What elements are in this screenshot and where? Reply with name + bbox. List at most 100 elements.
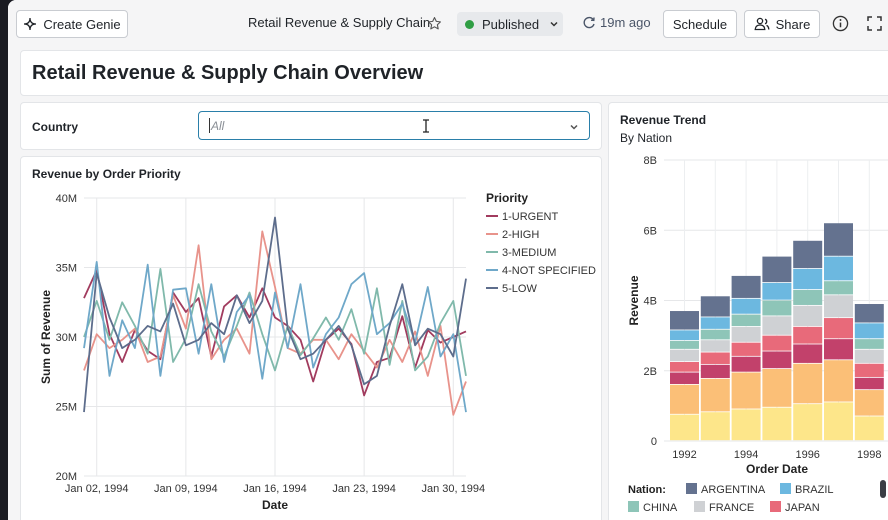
bar-segment-brazil bbox=[824, 339, 853, 360]
dashboard-name: Retail Revenue & Supply Chain bbox=[248, 15, 431, 30]
bar-segment-canada bbox=[670, 361, 699, 372]
refresh-status[interactable]: 19m ago bbox=[582, 15, 651, 30]
legend-swatch bbox=[628, 501, 639, 512]
bar-segment-algeria bbox=[700, 412, 730, 441]
bar-segment-canada bbox=[854, 363, 884, 377]
y-tick-label: 2B bbox=[644, 366, 657, 378]
x-tick-label: Jan 23, 1994 bbox=[332, 483, 396, 495]
bar-segment-brazil bbox=[731, 356, 761, 372]
legend-label: 5-LOW bbox=[502, 283, 537, 295]
bar-segment-argentina bbox=[793, 363, 823, 404]
legend-label: FRANCE bbox=[709, 502, 754, 514]
line-chart-title: Revenue by Order Priority bbox=[32, 167, 181, 181]
x-tick-label: 1998 bbox=[857, 449, 881, 461]
legend-label: CHINA bbox=[643, 502, 678, 514]
legend-swatch bbox=[770, 501, 781, 512]
bar-segment-algeria bbox=[731, 409, 761, 441]
y-tick-label: 25M bbox=[56, 402, 77, 414]
y-axis-title: Sum of Revenue bbox=[39, 290, 53, 384]
revenue-by-priority-chart: 20M 25M 30M 35M 40M Jan 02, 1994 Jan 09, 1994 J… bbox=[39, 191, 596, 512]
x-tick-label: 1994 bbox=[734, 449, 758, 461]
bar-segment-canada bbox=[824, 318, 853, 339]
bar-segment-ethiopia bbox=[731, 298, 761, 314]
bar-segment-france bbox=[731, 275, 761, 298]
x-tick-label: Jan 30, 1994 bbox=[421, 483, 485, 495]
favorite-star-icon[interactable] bbox=[427, 16, 442, 31]
bar-segment-china bbox=[793, 305, 823, 327]
legend-label: 1-URGENT bbox=[502, 211, 559, 223]
create-genie-button[interactable]: Create Genie bbox=[16, 10, 128, 38]
bar-segment-algeria bbox=[854, 416, 884, 441]
bar-segment-algeria bbox=[824, 402, 853, 441]
filter-label: Country bbox=[32, 120, 78, 134]
x-tick-label: Jan 16, 1994 bbox=[243, 483, 307, 495]
legend-label: 2-HIGH bbox=[502, 229, 539, 241]
bar-segment-china bbox=[854, 349, 884, 363]
bar-chart-title: Revenue Trend bbox=[620, 113, 707, 127]
y-tick-label: 6B bbox=[644, 225, 657, 237]
bar-segment-brazil bbox=[670, 372, 699, 384]
bar-segment-egypt bbox=[762, 300, 792, 316]
bar-segment-ethiopia bbox=[762, 282, 792, 300]
scrollbar-thumb[interactable] bbox=[880, 480, 886, 498]
country-filter-select[interactable]: All bbox=[198, 111, 590, 140]
legend-label: JAPAN bbox=[785, 502, 820, 514]
y-tick-label: 35M bbox=[56, 263, 77, 275]
y-tick-label: 20M bbox=[56, 471, 77, 483]
bar-segment-ethiopia bbox=[700, 317, 730, 329]
share-button[interactable]: Share bbox=[744, 10, 820, 38]
bar-segment-canada bbox=[731, 342, 761, 356]
bar-segment-france bbox=[670, 311, 699, 330]
top-toolbar: Create Genie Retail Revenue & Supply Cha… bbox=[8, 0, 888, 48]
x-tick-label: 1996 bbox=[795, 449, 819, 461]
bar-segment-egypt bbox=[670, 340, 699, 349]
bar-segment-argentina bbox=[824, 360, 853, 402]
legend-label: ARGENTINA bbox=[701, 484, 766, 496]
fullscreen-icon[interactable] bbox=[867, 16, 882, 31]
bar-segment-brazil bbox=[854, 377, 884, 390]
bar-segment-brazil bbox=[793, 344, 823, 363]
bar-segment-france bbox=[854, 304, 884, 323]
bar-segment-algeria bbox=[793, 404, 823, 441]
genie-sparkle-icon bbox=[24, 17, 37, 31]
bar-segment-france bbox=[762, 256, 792, 283]
bar-segment-china bbox=[762, 316, 792, 335]
i-beam-cursor-icon bbox=[423, 119, 429, 133]
text-cursor bbox=[209, 118, 210, 133]
status-label: Published bbox=[482, 16, 540, 32]
refreshed-ago: 19m ago bbox=[600, 15, 651, 30]
schedule-button[interactable]: Schedule bbox=[663, 10, 737, 38]
bar-segment-ethiopia bbox=[793, 268, 823, 290]
bar-segment-argentina bbox=[670, 384, 699, 414]
y-tick-label: 40M bbox=[56, 193, 77, 205]
create-genie-label: Create Genie bbox=[43, 16, 121, 32]
revenue-trend-chart: 0 2B 4B 6B 8B Revenue 1992 1994 1996 1998 Order Da… bbox=[627, 155, 888, 514]
publish-status-dropdown[interactable]: Published bbox=[457, 12, 563, 36]
legend-swatch bbox=[780, 483, 791, 494]
bar-segment-china bbox=[700, 340, 730, 352]
bar-segment-egypt bbox=[700, 329, 730, 340]
bar-segment-china bbox=[731, 326, 761, 342]
bar-segment-argentina bbox=[854, 390, 884, 416]
legend-title: Priority bbox=[486, 191, 528, 205]
bar-segment-egypt bbox=[854, 339, 884, 349]
info-icon[interactable] bbox=[832, 15, 849, 32]
dashboard-app: Create Genie Retail Revenue & Supply Cha… bbox=[8, 0, 888, 520]
refresh-icon bbox=[583, 16, 595, 28]
bar-segment-china bbox=[824, 295, 853, 318]
bar-segment-argentina bbox=[762, 368, 792, 407]
y-tick-label: 30M bbox=[56, 332, 77, 344]
page-title: Retail Revenue & Supply Chain Overview bbox=[32, 62, 424, 84]
x-axis-title: Order Date bbox=[746, 462, 808, 476]
bar-segment-egypt bbox=[824, 281, 853, 295]
bar-segment-egypt bbox=[731, 314, 761, 327]
bar-segment-algeria bbox=[670, 414, 699, 441]
bar-segment-france bbox=[700, 296, 730, 317]
x-tick-label: Jan 09, 1994 bbox=[154, 483, 218, 495]
bar-segment-argentina bbox=[731, 372, 761, 409]
bar-segment-brazil bbox=[762, 351, 792, 369]
bar-segment-ethiopia bbox=[824, 256, 853, 281]
legend-label: 3-MEDIUM bbox=[502, 247, 556, 259]
country-filter-value: All bbox=[211, 119, 225, 133]
legend-label: BRAZIL bbox=[795, 484, 834, 496]
